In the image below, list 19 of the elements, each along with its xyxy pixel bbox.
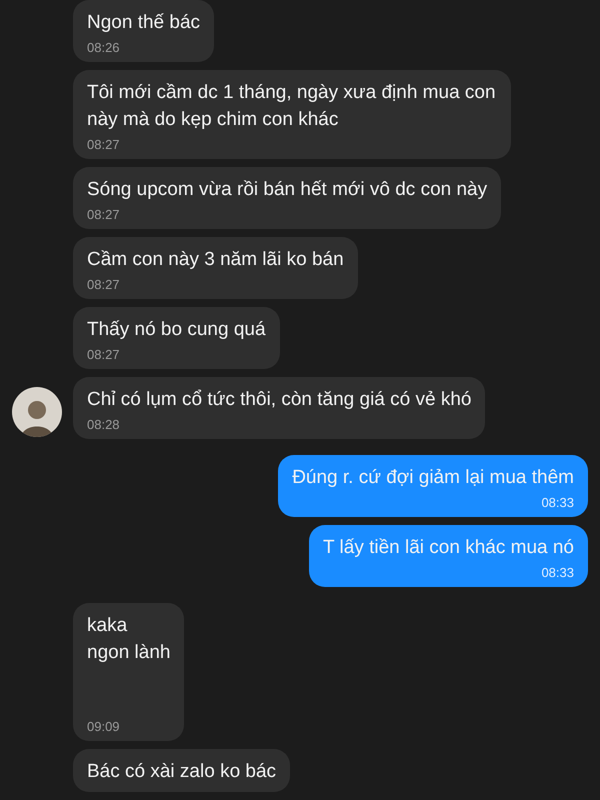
message-time: 08:28: [87, 416, 120, 432]
message-time: 08:27: [87, 206, 120, 222]
message-text: kaka ngon lành: [87, 614, 170, 665]
message-time: 08:33: [541, 564, 574, 580]
message-time: 08:27: [87, 276, 120, 292]
message-time: 09:09: [87, 718, 120, 734]
message-text: Tôi mới cầm dc 1 tháng, ngày xưa định mua con này mà do kẹp chim con khác: [87, 81, 497, 132]
message-text: Sóng upcom vừa rồi bán hết mới vô dc con này: [87, 178, 488, 202]
message-text: Cầm con này 3 năm lãi ko bán: [87, 248, 344, 272]
message-text: Bác có xài zalo ko bác: [87, 760, 276, 784]
message-text: Thấy nó bo cung quá: [87, 318, 266, 342]
message-text: Đúng r. cứ đợi giảm lại mua thêm: [292, 466, 574, 490]
message-time: 08:27: [87, 136, 120, 152]
message-text: Ngon thế bác: [87, 11, 200, 35]
message-time: 08:27: [87, 346, 120, 362]
message-time: 08:26: [87, 39, 120, 55]
message-time: 08:33: [541, 494, 574, 510]
message-text: T lấy tiền lãi con khác mua nó: [322, 536, 574, 560]
message-text: Chỉ có lụm cổ tức thôi, còn tăng giá có vẻ khó: [87, 388, 472, 412]
